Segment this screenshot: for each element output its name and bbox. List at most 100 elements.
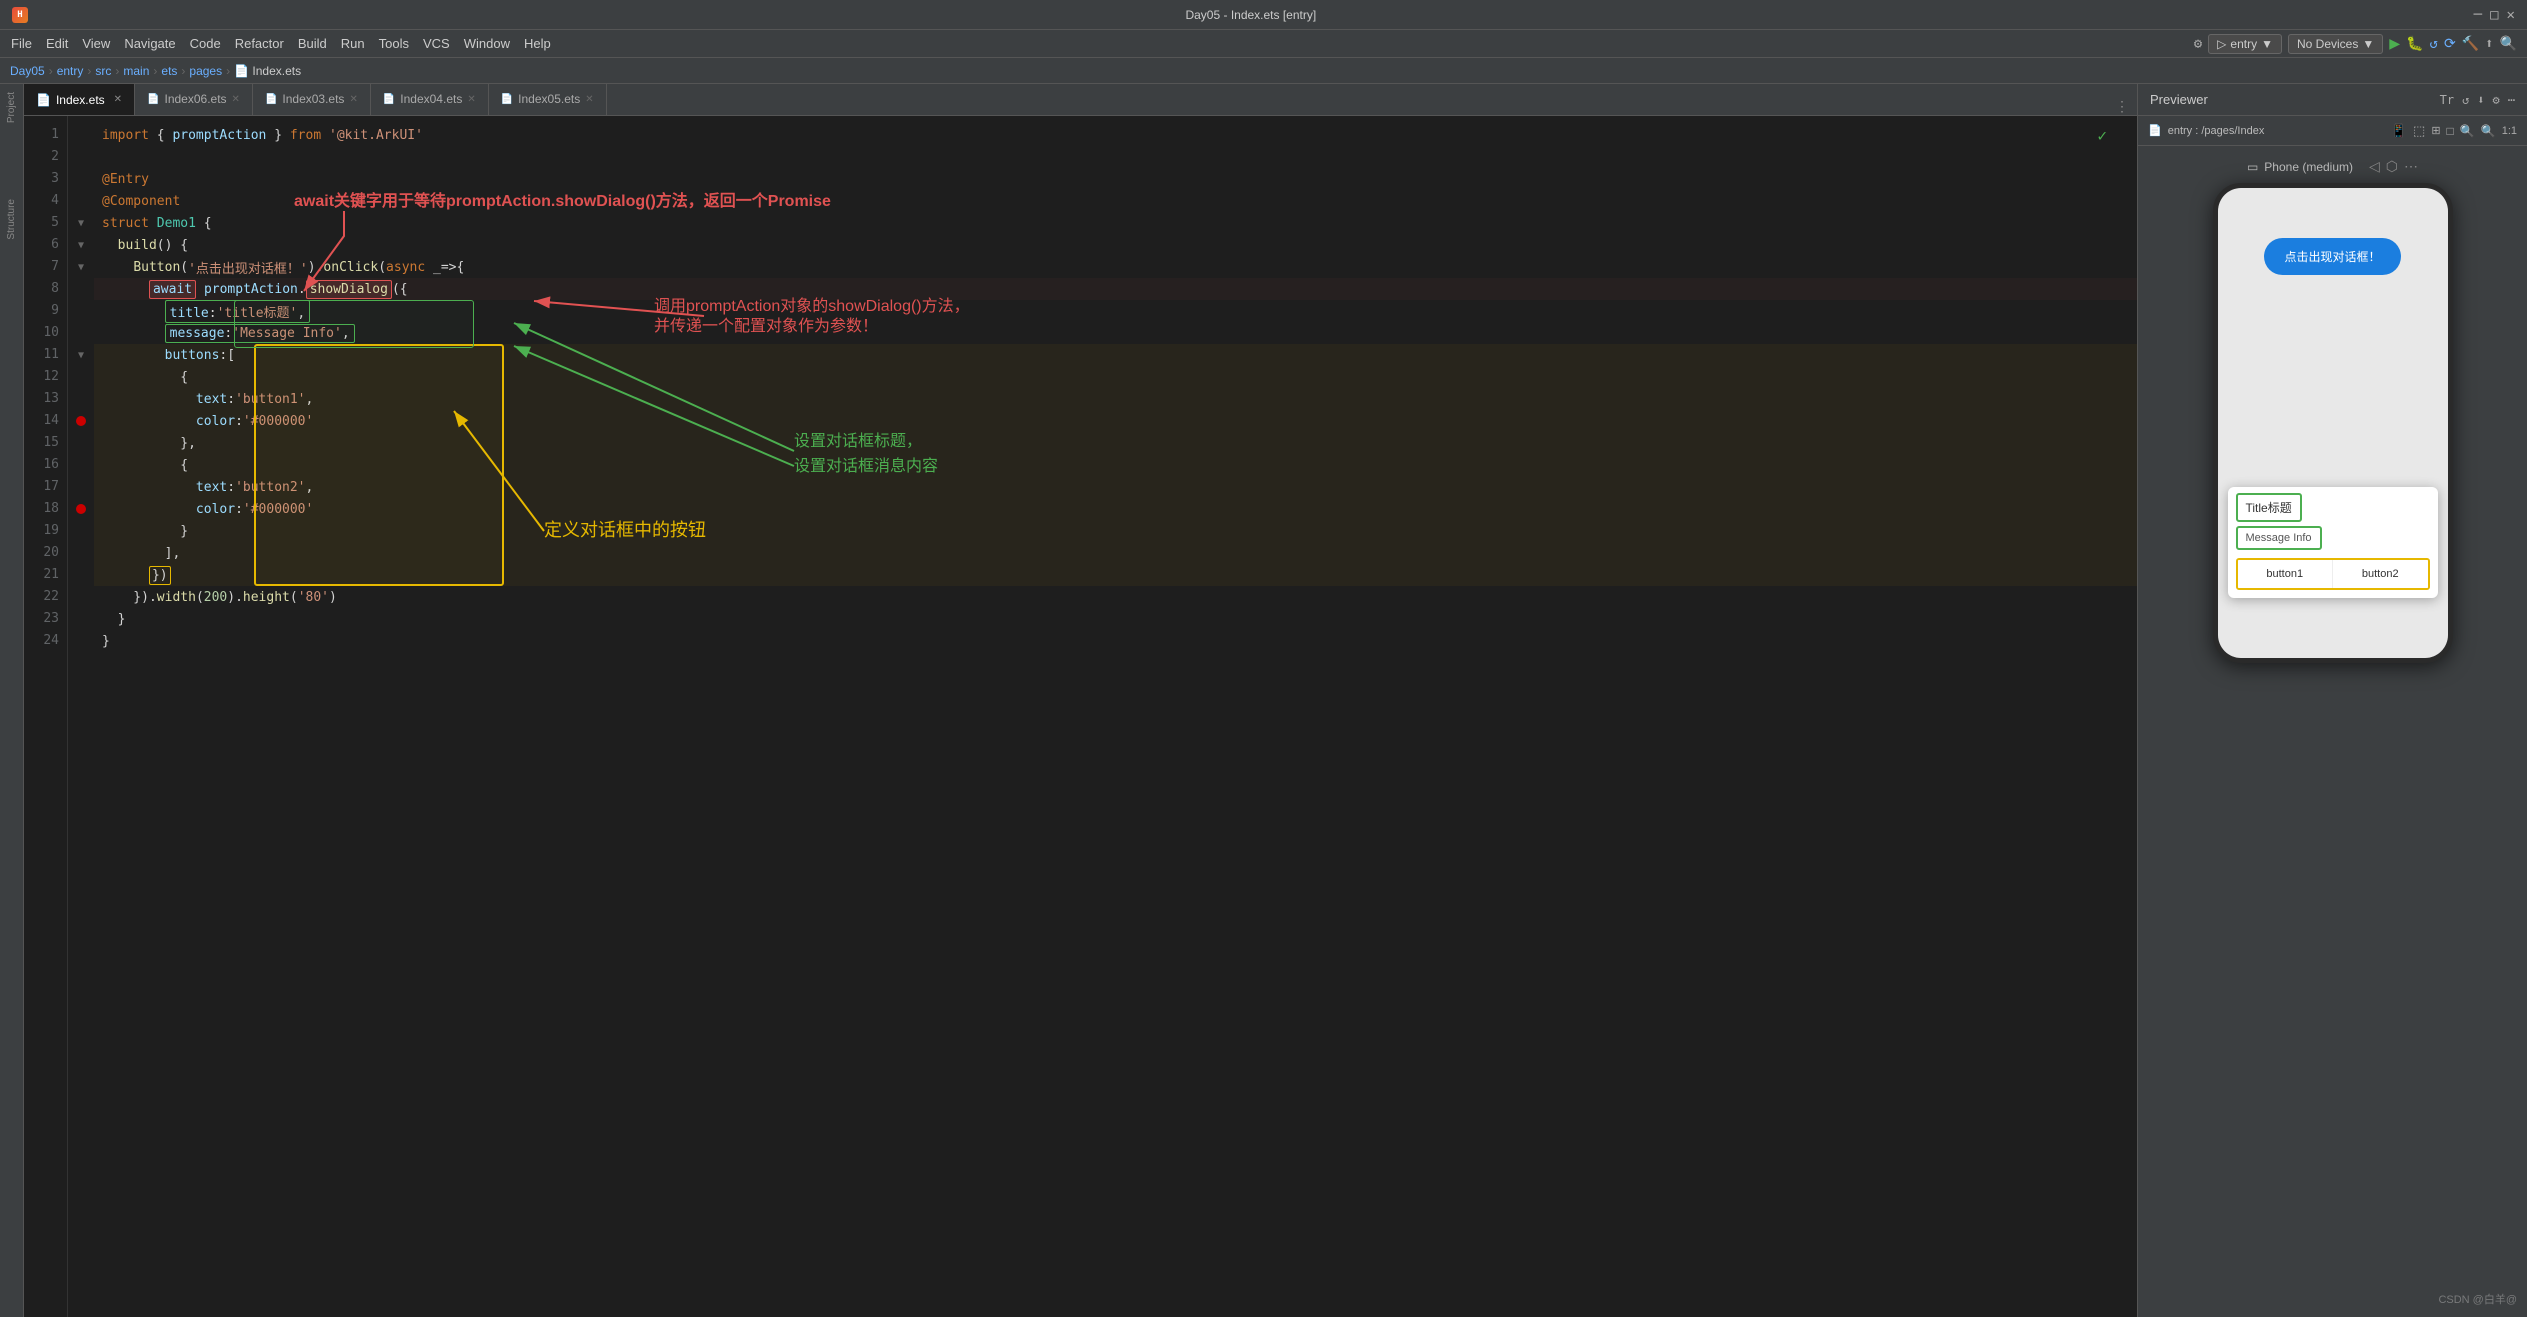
phone-dialog: Title标题 Message Info button1 button2 xyxy=(2228,487,2438,598)
phone-more-btn[interactable]: ⋯ xyxy=(2404,158,2418,175)
code-line-16: { xyxy=(94,454,2137,476)
code-line-18: color:'#000000' xyxy=(94,498,2137,520)
fold-arrow-11[interactable]: ▼ xyxy=(78,350,84,361)
menu-vcs[interactable]: VCS xyxy=(416,33,457,54)
menu-tools[interactable]: Tools xyxy=(372,33,416,54)
sidebar-item-structure[interactable]: Structure xyxy=(6,199,17,240)
previewer-zoom-icon[interactable]: 🔍 xyxy=(2460,124,2475,138)
tab-index-label: Index.ets xyxy=(56,93,105,107)
reload-icon[interactable]: ↺ xyxy=(2430,36,2438,52)
close-btn[interactable]: ✕ xyxy=(2507,7,2515,23)
fold-arrow-5[interactable]: ▼ xyxy=(78,218,84,229)
menu-code[interactable]: Code xyxy=(183,33,228,54)
tab-index06-close[interactable]: ✕ xyxy=(232,94,240,105)
tab-index03-close[interactable]: ✕ xyxy=(349,94,357,105)
previewer-more-icon[interactable]: ⋯ xyxy=(2508,93,2515,107)
code-line-23: } xyxy=(94,608,2137,630)
code-line-3: @Entry xyxy=(94,168,2137,190)
previewer-zoom-out-icon[interactable]: 🔍 xyxy=(2481,124,2496,138)
menu-help[interactable]: Help xyxy=(517,33,558,54)
code-line-8: await promptAction.showDialog({ xyxy=(94,278,2137,300)
code-line-10: message:'Message Info', xyxy=(94,322,2137,344)
phone-home-btn[interactable]: ⬡ xyxy=(2386,158,2398,175)
menu-toolbar-row: File Edit View Navigate Code Refactor Bu… xyxy=(0,30,2527,58)
menu-bar: File Edit View Navigate Code Refactor Bu… xyxy=(0,33,562,54)
reload2-icon[interactable]: ⟳ xyxy=(2444,36,2456,52)
editor-tabs: 📄 Index.ets ✕ 📄 Index06.ets ✕ 📄 Index03.… xyxy=(24,84,2137,116)
run-icon[interactable]: ▶ xyxy=(2389,33,2400,54)
previewer-down-icon[interactable]: ⬇ xyxy=(2477,93,2484,107)
tab-index04[interactable]: 📄 Index04.ets ✕ xyxy=(371,84,489,115)
code-line-22: }).width(200).height('80') xyxy=(94,586,2137,608)
maximize-btn[interactable]: □ xyxy=(2490,7,2498,23)
dialog-buttons-row: button1 button2 xyxy=(2236,558,2430,590)
tab-index05[interactable]: 📄 Index05.ets ✕ xyxy=(489,84,607,115)
breadcrumb-day05[interactable]: Day05 xyxy=(10,64,45,78)
tab-index[interactable]: 📄 Index.ets ✕ xyxy=(24,84,135,115)
phone-back-btn[interactable]: ◁ xyxy=(2369,158,2380,175)
code-line-21: }) xyxy=(94,564,2137,586)
phone-frame: 点击出现对话框！ Title标题 Message Info xyxy=(2213,183,2453,663)
menu-edit[interactable]: Edit xyxy=(39,33,75,54)
breadcrumb-src[interactable]: src xyxy=(95,64,111,78)
minimize-btn[interactable]: ─ xyxy=(2474,7,2482,23)
dialog-button1[interactable]: button1 xyxy=(2238,560,2333,588)
previewer-font-icon[interactable]: Tr xyxy=(2440,93,2454,107)
gutter: ▼ ▼ ▼ ▼ xyxy=(68,116,94,1317)
previewer-header: Previewer Tr ↺ ⬇ ⚙ ⋯ xyxy=(2138,84,2527,116)
menu-window[interactable]: Window xyxy=(457,33,517,54)
previewer-settings-icon[interactable]: ⚙ xyxy=(2493,93,2500,107)
code-line-4: @Component xyxy=(94,190,2137,212)
code-line-15: }, xyxy=(94,432,2137,454)
breadcrumb-pages[interactable]: pages xyxy=(189,64,222,78)
previewer-title: Previewer xyxy=(2150,92,2208,107)
tab-index03[interactable]: 📄 Index03.ets ✕ xyxy=(253,84,371,115)
code-content[interactable]: import { promptAction } from '@kit.ArkUI… xyxy=(94,116,2137,1317)
breadcrumb-file: 📄 Index.ets xyxy=(234,64,301,78)
dialog-button2[interactable]: button2 xyxy=(2333,560,2428,588)
phone-label-text: Phone (medium) xyxy=(2264,160,2353,174)
menu-build[interactable]: Build xyxy=(291,33,334,54)
previewer-grid-icon[interactable]: ⊞ xyxy=(2431,124,2440,137)
breadcrumb-ets[interactable]: ets xyxy=(161,64,177,78)
menu-file[interactable]: File xyxy=(4,33,39,54)
phone-frame-icon: ▭ xyxy=(2247,160,2258,174)
sidebar-item-project[interactable]: Project xyxy=(6,92,17,123)
previewer-rotate-icon[interactable]: ↺ xyxy=(2462,93,2469,107)
breadcrumb-entry[interactable]: entry xyxy=(57,64,84,78)
search-icon[interactable]: 🔍 xyxy=(2500,36,2517,52)
tab-index-close[interactable]: ✕ xyxy=(114,94,122,105)
line-numbers: 1 2 3 4 5 6 7 8 9 10 11 12 13 14 15 16 1 xyxy=(24,116,68,1317)
breadcrumb-main[interactable]: main xyxy=(123,64,149,78)
settings-icon[interactable]: ⚙ xyxy=(2194,36,2202,52)
fold-arrow-6[interactable]: ▼ xyxy=(78,240,84,251)
previewer-phone-icon[interactable]: 📱 xyxy=(2391,123,2407,139)
no-devices-selector[interactable]: No Devices▼ xyxy=(2288,34,2383,54)
build2-icon[interactable]: 🔨 xyxy=(2462,36,2479,52)
code-editor: 1 2 3 4 5 6 7 8 9 10 11 12 13 14 15 16 1 xyxy=(24,116,2137,1317)
editor-area: 📄 Index.ets ✕ 📄 Index06.ets ✕ 📄 Index03.… xyxy=(24,84,2137,1317)
tabs-more-btn[interactable]: ⋮ xyxy=(2107,99,2137,115)
fold-arrow-7[interactable]: ▼ xyxy=(78,262,84,273)
menu-navigate[interactable]: Navigate xyxy=(117,33,182,54)
code-line-7: Button('点击出现对话框！').onClick(async _=>{ xyxy=(94,256,2137,278)
upload-icon[interactable]: ⬆ xyxy=(2485,36,2493,52)
previewer-scale-text: 1:1 xyxy=(2502,125,2517,137)
tab-index06[interactable]: 📄 Index06.ets ✕ xyxy=(135,84,253,115)
tab-index05-close[interactable]: ✕ xyxy=(585,94,593,105)
code-line-11: buttons:[ xyxy=(94,344,2137,366)
phone-dialog-button[interactable]: 点击出现对话框！ xyxy=(2264,238,2400,275)
debug-icon[interactable]: 🐛 xyxy=(2406,36,2423,52)
left-activity-bar: Project Structure xyxy=(0,84,24,1317)
breakpoint-14[interactable] xyxy=(76,416,86,426)
previewer-path-text: entry : /pages/Index xyxy=(2168,125,2265,137)
menu-view[interactable]: View xyxy=(75,33,117,54)
breakpoint-18[interactable] xyxy=(76,504,86,514)
menu-refactor[interactable]: Refactor xyxy=(228,33,291,54)
previewer-window-icon[interactable]: □ xyxy=(2447,124,2454,138)
menu-run[interactable]: Run xyxy=(334,33,372,54)
previewer-tablet-icon[interactable]: ⬚ xyxy=(2413,123,2425,139)
tab-index04-close[interactable]: ✕ xyxy=(467,94,475,105)
phone-mockup-container: 点击出现对话框！ Title标题 Message Info xyxy=(2138,183,2527,1317)
entry-selector[interactable]: ▷entry▼ xyxy=(2208,34,2282,54)
